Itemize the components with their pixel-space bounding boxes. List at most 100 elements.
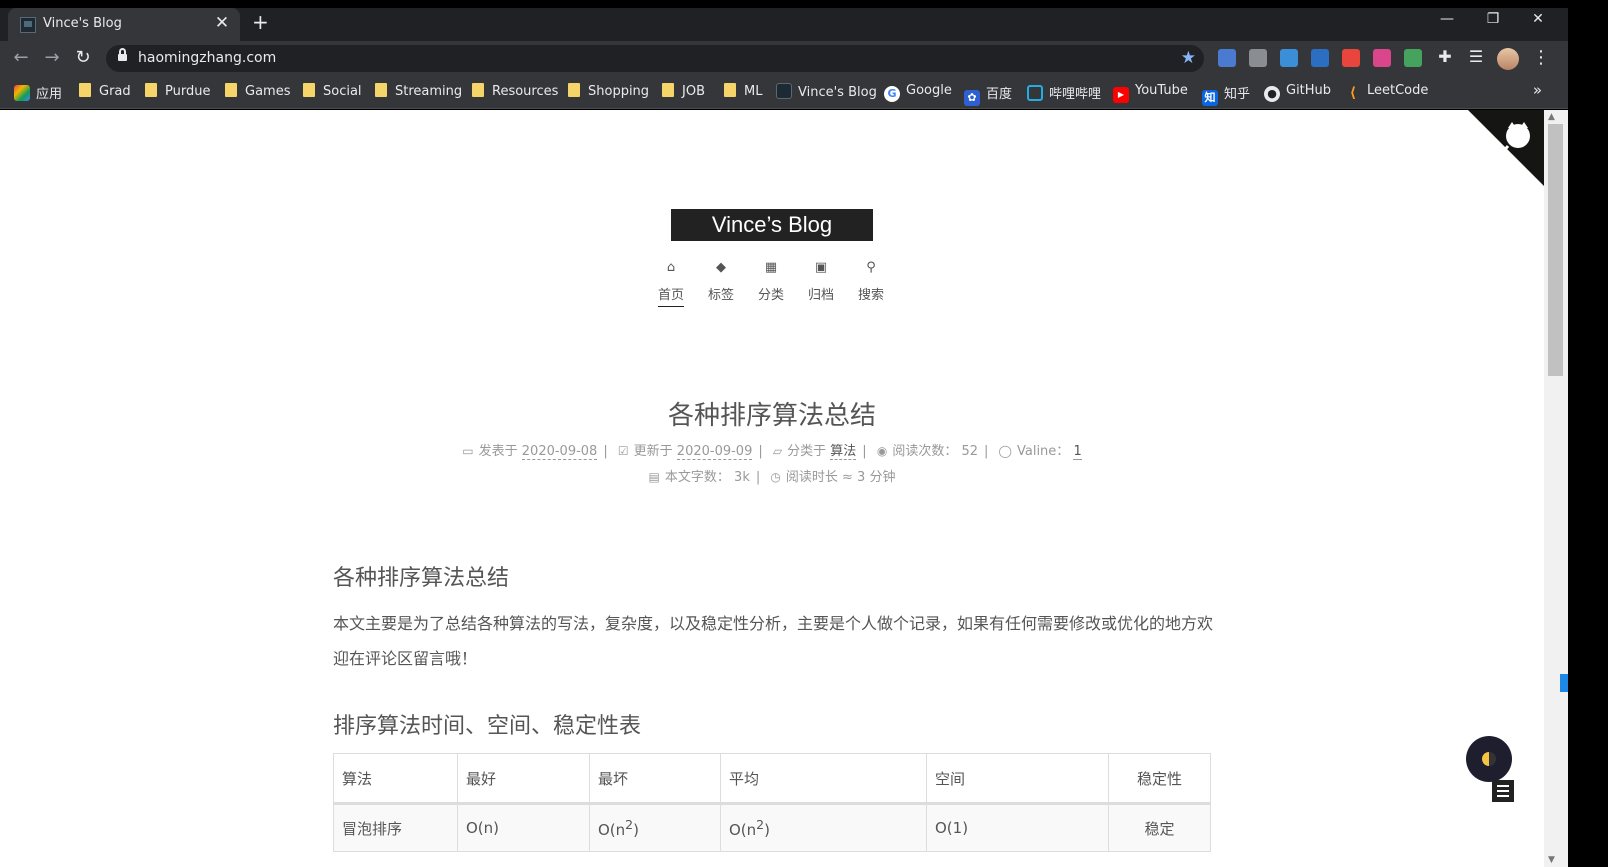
browser-chrome: Vince's Blog ✕ + — ❐ ✕ ← → ↻ haomingzhan…	[0, 0, 1568, 109]
comment-count-link[interactable]: 1	[1073, 444, 1082, 460]
menu-item-home[interactable]: ⌂ 首页	[651, 260, 691, 307]
word-count: 3k	[734, 470, 750, 485]
minimize-icon[interactable]: —	[1437, 11, 1457, 27]
bookmark-bilibili[interactable]: 哔哩哔哩	[1027, 83, 1101, 102]
bookmark-star-icon[interactable]: ★	[1181, 48, 1196, 68]
bookmark-leetcode[interactable]: ⟨ LeetCode	[1345, 83, 1429, 101]
table-cell: O(n2)	[589, 803, 721, 852]
clock-icon: ◷	[770, 470, 781, 484]
table-header-cell: 最好	[457, 753, 590, 805]
shield-extension-icon[interactable]	[1404, 49, 1422, 67]
folder-icon	[472, 83, 484, 97]
bookmark-baidu[interactable]: ✿ 百度	[964, 83, 1012, 106]
comment-icon: ◯	[998, 444, 1012, 458]
archive-icon: ▣	[814, 260, 828, 275]
page-scrollbar[interactable]: ▲ ▼	[1544, 110, 1568, 867]
translate-extension-icon[interactable]	[1218, 49, 1236, 67]
window-close-icon[interactable]: ✕	[1528, 11, 1548, 27]
apps-grid-icon	[14, 85, 30, 101]
bookmark-google[interactable]: G Google	[884, 83, 952, 102]
menu-item-tags[interactable]: ◆ 标签	[701, 260, 741, 303]
menu-label: 归档	[807, 288, 834, 303]
bookmarks-overflow-icon[interactable]: »	[1533, 81, 1542, 99]
folder-icon: ▱	[772, 444, 783, 458]
table-cell: O(1)	[926, 803, 1109, 852]
reload-icon[interactable]: ↻	[72, 47, 94, 68]
table-header-row: 算法 最好 最坏 平均 空间 稳定性	[333, 753, 1211, 805]
bookmark-vinces-blog[interactable]: Vince's Blog	[776, 83, 877, 101]
bookmark-apps[interactable]: 应用	[14, 83, 62, 102]
youtube-play-icon: ▶	[1113, 87, 1129, 103]
forward-icon[interactable]: →	[41, 47, 63, 68]
folder-icon	[225, 83, 237, 97]
menu-item-search[interactable]: ⚲ 搜索	[851, 260, 891, 303]
table-cell: 冒泡排序	[333, 803, 458, 852]
blog-page: Vince’s Blog ⌂ 首页 ◆ 标签 ▦ 分类 ▣ 归档 ⚲ 搜索 各种…	[0, 110, 1544, 867]
menu-item-categories[interactable]: ▦ 分类	[751, 260, 791, 303]
bookmark-zhihu[interactable]: 知知乎	[1202, 83, 1250, 106]
folder-icon	[568, 83, 580, 97]
scroll-down-icon[interactable]: ▼	[1548, 855, 1555, 865]
menu-item-archives[interactable]: ▣ 归档	[801, 260, 841, 303]
profile-avatar[interactable]	[1497, 48, 1519, 70]
folder-icon	[303, 83, 315, 97]
bookmark-folder-purdue[interactable]: Purdue	[145, 83, 210, 101]
bookmark-folder-job[interactable]: JOB	[662, 83, 705, 101]
bookmark-youtube[interactable]: ▶ YouTube	[1113, 83, 1188, 103]
site-favicon-icon	[20, 17, 36, 33]
chrome-extension-icon[interactable]	[1342, 49, 1360, 67]
cat-extension-icon[interactable]	[1373, 49, 1391, 67]
bookmark-folder-resources[interactable]: Resources	[472, 83, 558, 101]
apps-extension-icon[interactable]	[1311, 49, 1329, 67]
table-header-cell: 算法	[333, 753, 458, 805]
menu-label: 搜索	[857, 288, 884, 303]
bookmark-folder-games[interactable]: Games	[225, 83, 290, 101]
scroll-up-icon[interactable]: ▲	[1548, 112, 1555, 122]
read-time: 3 分钟	[857, 470, 896, 485]
table-cell: O(n2)	[720, 803, 927, 852]
address-bar[interactable]: haomingzhang.com ★	[106, 45, 1204, 72]
post-title[interactable]: 各种排序算法总结	[0, 395, 1544, 432]
browser-tab[interactable]: Vince's Blog ✕	[8, 8, 240, 41]
bookmark-folder-streaming[interactable]: Streaming	[375, 83, 462, 101]
browser-toolbar: ← → ↻ haomingzhang.com ★ ✚ ☰ ⋮	[0, 41, 1568, 75]
post-meta-line-2: ▤ 本文字数： 3k | ◷ 阅读时长 ≈ 3 分钟	[648, 470, 896, 485]
bookmark-folder-shopping[interactable]: Shopping	[568, 83, 649, 101]
menu-label: 分类	[757, 288, 784, 303]
sidebar-toggle-button[interactable]	[1492, 780, 1514, 802]
folder-icon	[724, 83, 736, 97]
mail-extension-icon[interactable]	[1249, 49, 1267, 67]
category-link[interactable]: 算法	[830, 444, 857, 460]
bookmark-folder-social[interactable]: Social	[303, 83, 362, 101]
folder-icon	[79, 83, 91, 97]
tab-close-icon[interactable]: ✕	[212, 13, 232, 33]
new-tab-button[interactable]: +	[252, 10, 269, 34]
tags-icon: ◆	[716, 260, 726, 275]
table-header-cell: 平均	[720, 753, 927, 805]
home-icon: ⌂	[666, 260, 676, 275]
scroll-thumb[interactable]	[1548, 124, 1563, 376]
reading-list-icon[interactable]: ☰	[1465, 47, 1487, 66]
th-icon: ▦	[764, 260, 778, 275]
menu-kebab-icon[interactable]: ⋮	[1532, 47, 1550, 68]
bookmark-github[interactable]: ● GitHub	[1264, 83, 1331, 102]
restore-icon[interactable]: ❐	[1483, 11, 1503, 27]
search-icon: ⚲	[866, 260, 876, 275]
calendar-icon: ▭	[462, 444, 474, 458]
extensions-puzzle-icon[interactable]: ✚	[1434, 47, 1456, 66]
sorting-complexity-table: 算法 最好 最坏 平均 空间 稳定性 冒泡排序 O(n) O(n2) O(n2)…	[333, 753, 1211, 852]
content-heading-2: 排序算法时间、空间、稳定性表	[333, 714, 642, 739]
site-brand[interactable]: Vince’s Blog	[671, 209, 873, 241]
back-icon[interactable]: ←	[10, 47, 32, 68]
screen-edge	[1568, 0, 1608, 867]
window-extension-icon[interactable]	[1280, 49, 1298, 67]
github-corner-icon[interactable]	[1468, 110, 1544, 186]
table-header-cell: 最坏	[589, 753, 721, 805]
post-meta-line-1: ▭ 发表于 2020-09-08 | ☑ 更新于 2020-09-09 | ▱ 分类于 算…	[462, 444, 1082, 460]
url-text[interactable]: haomingzhang.com	[138, 50, 276, 66]
edge-indicator	[1560, 674, 1568, 692]
bookmark-folder-ml[interactable]: ML	[724, 83, 762, 101]
bookmark-folder-grad[interactable]: Grad	[79, 83, 131, 101]
table-header-cell: 稳定性	[1108, 753, 1211, 805]
theme-toggle-button[interactable]	[1466, 736, 1512, 782]
